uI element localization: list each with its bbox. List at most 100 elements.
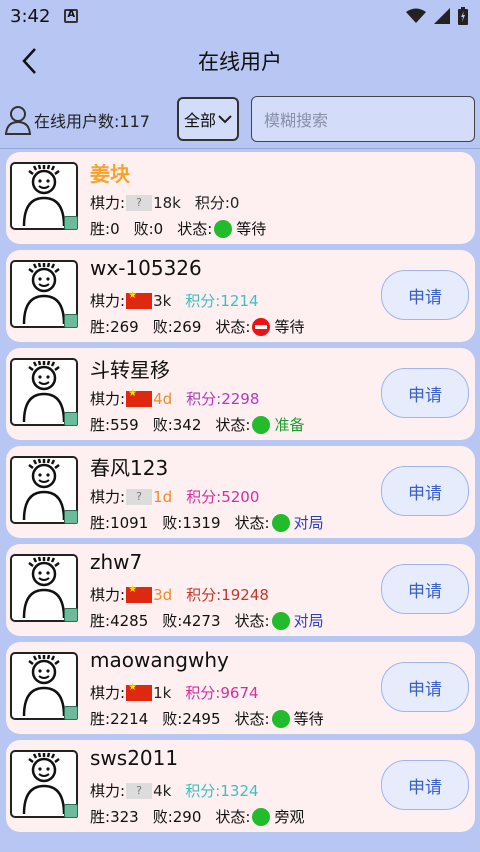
- wins-label: 胜:: [90, 710, 111, 728]
- status-label: 状态:: [215, 318, 251, 336]
- rating-value: 3d: [153, 585, 173, 604]
- divider: [0, 148, 480, 149]
- online-badge-icon: [64, 804, 78, 818]
- online-count-label: 在线用户数:117: [34, 112, 150, 131]
- rating-row: 棋力:? 1d 积分:5200: [90, 486, 259, 507]
- user-card[interactable]: 斗转星移棋力: 4d 积分:2298 胜:559 败:342 状态: 准备 申请: [6, 348, 475, 440]
- filter-value: 全部: [183, 111, 216, 130]
- user-card[interactable]: 姜块 棋力:? 18k 积分:0 胜: 0 败: 0 状态: 等待: [6, 152, 475, 244]
- losses-label: 败:: [162, 514, 183, 532]
- score-value: 积分:0: [194, 194, 240, 212]
- avatar: [10, 652, 78, 720]
- rating-value: 18k: [153, 193, 181, 212]
- apply-button[interactable]: 申请: [381, 270, 469, 320]
- unknown-flag-icon: ?: [126, 782, 153, 799]
- title-bar: 在线用户: [0, 32, 480, 90]
- rating-label: 棋力:: [90, 488, 126, 506]
- unknown-flag-icon: ?: [126, 488, 153, 505]
- record-row: 胜: 323 败: 290 状态: 旁观: [90, 806, 304, 827]
- apply-button[interactable]: 申请: [381, 760, 469, 810]
- username: zhw7: [90, 550, 143, 574]
- record-row: 胜: 0 败: 0 状态: 等待: [90, 218, 266, 239]
- status-value: 对局: [293, 514, 324, 532]
- status-value: 等待: [274, 318, 305, 336]
- online-status-icon: [214, 219, 233, 238]
- losses-value: 4273: [182, 611, 221, 630]
- avatar: [10, 750, 78, 818]
- losses-value: 342: [172, 415, 202, 434]
- apply-button[interactable]: 申请: [381, 564, 469, 614]
- apply-button[interactable]: 申请: [381, 662, 469, 712]
- rating-label: 棋力:: [90, 586, 126, 604]
- user-card[interactable]: wx-105326棋力:3k积分:1214胜:269败:269状态:等待申请: [6, 250, 475, 342]
- online-badge-icon: [64, 412, 78, 426]
- rating-row: 棋力:? 18k 积分:0: [90, 192, 239, 213]
- username: maowangwhy: [90, 648, 229, 672]
- wifi-icon: [406, 8, 426, 23]
- chevron-down-icon: [218, 115, 232, 124]
- username: 斗转星移: [90, 358, 170, 382]
- record-row: 胜: 269 败: 269 状态: 等待: [90, 316, 304, 337]
- online-status-icon: [252, 415, 271, 434]
- busy-status-icon: [252, 317, 271, 336]
- search-input[interactable]: 模糊搜索: [251, 96, 475, 142]
- apply-button[interactable]: 申请: [381, 368, 469, 418]
- rating-label: 棋力:: [90, 390, 126, 408]
- apply-button[interactable]: 申请: [381, 466, 469, 516]
- status-value: 旁观: [274, 808, 305, 826]
- score-value: 积分:9674: [185, 684, 259, 702]
- record-row: 胜: 1091 败: 1319 状态: 对局: [90, 512, 324, 533]
- wins-value: 0: [110, 219, 120, 238]
- online-status-icon: [252, 807, 271, 826]
- avatar: [10, 456, 78, 524]
- battery-icon: [458, 7, 468, 25]
- search-placeholder: 模糊搜索: [264, 111, 329, 130]
- rating-row: 棋力:? 4k 积分:1324: [90, 780, 259, 801]
- online-status-icon: [271, 513, 290, 532]
- record-row: 胜: 559 败: 342 状态: 准备: [90, 414, 304, 435]
- china-flag-icon: [126, 290, 153, 309]
- user-card[interactable]: sws2011 棋力:? 4k 积分:1324 胜: 323 败: 290 状态: 旁观 申请: [6, 740, 475, 832]
- online-count: 在线用户数:117: [4, 104, 150, 136]
- online-badge-icon: [64, 608, 78, 622]
- status-value: 等待: [293, 710, 324, 728]
- wins-value: 269: [110, 317, 139, 336]
- avatar: [10, 554, 78, 622]
- username: 姜块: [90, 162, 130, 186]
- losses-value: 269: [172, 317, 202, 336]
- username: sws2011: [90, 746, 179, 770]
- online-badge-icon: [64, 216, 78, 230]
- losses-label: 败:: [152, 318, 173, 336]
- score-value: 积分:19248: [186, 586, 269, 604]
- losses-label: 败:: [162, 612, 183, 630]
- rating-label: 棋力:: [90, 292, 126, 310]
- status-bar: 3:42: [0, 0, 480, 32]
- rating-label: 棋力:: [90, 782, 126, 800]
- rating-value: 4d: [153, 389, 173, 408]
- avatar: [10, 260, 78, 328]
- avatar: [10, 358, 78, 426]
- status-value: 对局: [293, 612, 324, 630]
- wins-label: 胜:: [90, 514, 111, 532]
- status-label: 状态:: [177, 220, 213, 238]
- online-status-icon: [271, 611, 290, 630]
- username: 春风123: [90, 456, 169, 480]
- avatar: [10, 162, 78, 230]
- score-value: 积分:1324: [185, 782, 259, 800]
- rating-label: 棋力:: [90, 194, 126, 212]
- losses-value: 290: [172, 807, 202, 826]
- china-flag-icon: [126, 682, 153, 701]
- user-card[interactable]: 春风123 棋力:? 1d 积分:5200 胜: 1091 败: 1319 状态: 对局 申请: [6, 446, 475, 538]
- losses-value: 0: [153, 219, 164, 238]
- losses-label: 败:: [152, 808, 173, 826]
- losses-value: 2495: [182, 709, 221, 728]
- losses-label: 败:: [133, 220, 154, 238]
- user-card[interactable]: maowangwhy 棋力: 1k 积分:9674 胜:2214 败:2495 状态: 等待 申…: [6, 642, 475, 734]
- page-title: 在线用户: [198, 50, 282, 74]
- filter-dropdown[interactable]: 全部: [177, 97, 239, 141]
- losses-label: 败:: [162, 710, 183, 728]
- record-row: 胜: 4285 败: 4273 状态: 对局: [90, 610, 324, 631]
- username: wx-105326: [90, 256, 202, 280]
- online-badge-icon: [64, 510, 78, 524]
- user-card[interactable]: zhw7 棋力: 3d 积分:19248 胜:4285 败:4273 状态: 对局 申请: [6, 544, 475, 636]
